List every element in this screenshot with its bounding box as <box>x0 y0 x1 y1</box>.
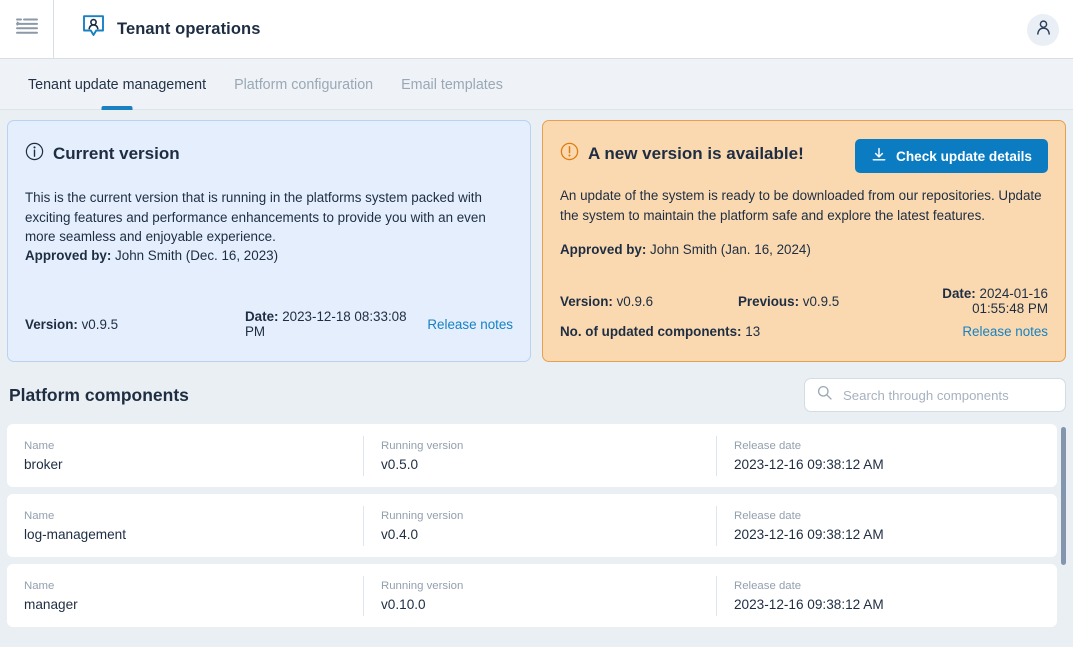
version-cards-row: Current version This is the current vers… <box>0 110 1073 362</box>
current-version-description: This is the current version that is runn… <box>25 188 513 247</box>
approved-by-label: Approved by: <box>560 242 646 257</box>
table-cell-release-date: Release date 2023-12-16 09:38:12 AM <box>716 576 1057 616</box>
table-row[interactable]: Name manager Running version v0.10.0 Rel… <box>7 564 1057 627</box>
new-version-components-count: No. of updated components: 13 <box>560 324 760 339</box>
table-cell-name: Name broker <box>7 436 363 476</box>
tab-label: Email templates <box>401 77 503 93</box>
sidebar-toggle-icon <box>16 18 38 40</box>
component-version-value: v0.4.0 <box>381 527 716 542</box>
info-circle-icon <box>25 142 44 166</box>
table-scrollbar-thumb[interactable] <box>1061 427 1066 565</box>
component-date-value: 2023-12-16 09:38:12 AM <box>734 527 1057 542</box>
current-version-approved-by: Approved by: John Smith (Dec. 16, 2023) <box>25 248 513 263</box>
new-version-release-notes-link[interactable]: Release notes <box>962 324 1048 339</box>
column-label-name: Name <box>24 440 363 452</box>
column-label-name: Name <box>24 580 363 592</box>
table-row[interactable]: Name broker Running version v0.5.0 Relea… <box>7 424 1057 487</box>
version-value: v0.9.6 <box>617 294 653 309</box>
user-avatar-icon <box>1035 19 1052 41</box>
sidebar-toggle-button[interactable] <box>0 0 54 59</box>
component-date-value: 2023-12-16 09:38:12 AM <box>734 457 1057 472</box>
table-cell-name: Name log-management <box>7 506 363 546</box>
table-cell-running-version: Running version v0.4.0 <box>363 506 716 546</box>
table-cell-name: Name manager <box>7 576 363 616</box>
tenant-badge-icon <box>81 14 106 44</box>
date-label: Date: <box>942 286 975 301</box>
table-row[interactable]: Name log-management Running version v0.4… <box>7 494 1057 557</box>
new-version-date: Date: 2024-01-16 01:55:48 PM <box>896 286 1048 316</box>
column-label-running-version: Running version <box>381 580 716 592</box>
new-version-footer: No. of updated components: 13 Release no… <box>560 324 1048 339</box>
component-version-value: v0.5.0 <box>381 457 716 472</box>
tab-label: Tenant update management <box>28 77 206 93</box>
date-value: 2024-01-16 01:55:48 PM <box>972 286 1048 316</box>
download-icon <box>871 147 887 166</box>
current-version-footer: Version: v0.9.5 Date: 2023-12-18 08:33:0… <box>25 309 513 339</box>
app-header: Tenant operations <box>0 0 1073 59</box>
version-value: v0.9.5 <box>82 317 118 332</box>
previous-value: v0.9.5 <box>803 294 839 309</box>
components-label: No. of updated components: <box>560 324 742 339</box>
table-cell-running-version: Running version v0.10.0 <box>363 576 716 616</box>
component-version-value: v0.10.0 <box>381 597 716 612</box>
date-label: Date: <box>245 309 278 324</box>
approved-by-value: John Smith (Dec. 16, 2023) <box>115 248 278 263</box>
current-version-date: Date: 2023-12-18 08:33:08 PM <box>245 309 427 339</box>
tab-platform-configuration[interactable]: Platform configuration <box>220 59 387 110</box>
components-value: 13 <box>745 324 760 339</box>
previous-label: Previous: <box>738 294 799 309</box>
column-label-name: Name <box>24 510 363 522</box>
search-components-input[interactable] <box>841 387 1053 404</box>
approved-by-value: John Smith (Jan. 16, 2024) <box>650 242 811 257</box>
version-label: Version: <box>25 317 78 332</box>
approved-by-label: Approved by: <box>25 248 111 263</box>
new-version-title: A new version is available! <box>588 144 804 164</box>
component-date-value: 2023-12-16 09:38:12 AM <box>734 597 1057 612</box>
current-version-release-notes-link[interactable]: Release notes <box>427 317 513 332</box>
tab-bar: Tenant update management Platform config… <box>0 59 1073 110</box>
table-cell-release-date: Release date 2023-12-16 09:38:12 AM <box>716 436 1057 476</box>
platform-components-title: Platform components <box>9 385 189 406</box>
new-version-previous: Previous: v0.9.5 <box>738 294 896 309</box>
version-label: Version: <box>560 294 613 309</box>
check-update-details-button[interactable]: Check update details <box>855 139 1048 173</box>
current-version-title: Current version <box>53 144 180 164</box>
current-version-header: Current version <box>25 138 513 170</box>
tab-tenant-update-management[interactable]: Tenant update management <box>14 59 220 110</box>
column-label-release-date: Release date <box>734 440 1057 452</box>
current-version-version: Version: v0.9.5 <box>25 317 245 332</box>
search-icon <box>817 385 832 405</box>
app-brand: Tenant operations <box>81 14 261 44</box>
platform-components-table: Name broker Running version v0.5.0 Relea… <box>0 424 1073 639</box>
tab-email-templates[interactable]: Email templates <box>387 59 517 110</box>
new-version-meta-row: Version: v0.9.6 Previous: v0.9.5 Date: 2… <box>560 286 1048 316</box>
page-title: Tenant operations <box>117 20 261 39</box>
column-label-release-date: Release date <box>734 580 1057 592</box>
user-avatar-button[interactable] <box>1027 14 1059 46</box>
alert-circle-icon <box>560 142 579 166</box>
platform-components-header: Platform components <box>0 362 1073 424</box>
column-label-running-version: Running version <box>381 440 716 452</box>
new-version-description: An update of the system is ready to be d… <box>560 186 1048 225</box>
check-update-details-label: Check update details <box>896 149 1032 164</box>
search-components-box[interactable] <box>804 378 1066 412</box>
table-cell-release-date: Release date 2023-12-16 09:38:12 AM <box>716 506 1057 546</box>
current-version-card: Current version This is the current vers… <box>7 120 531 362</box>
column-label-running-version: Running version <box>381 510 716 522</box>
column-label-release-date: Release date <box>734 510 1057 522</box>
new-version-version: Version: v0.9.6 <box>560 294 738 309</box>
component-name-value: log-management <box>24 527 363 542</box>
component-name-value: broker <box>24 457 363 472</box>
table-cell-running-version: Running version v0.5.0 <box>363 436 716 476</box>
tab-label: Platform configuration <box>234 77 373 93</box>
new-version-card: A new version is available! Check update… <box>542 120 1066 362</box>
new-version-approved-by: Approved by: John Smith (Jan. 16, 2024) <box>560 242 1048 257</box>
component-name-value: manager <box>24 597 363 612</box>
